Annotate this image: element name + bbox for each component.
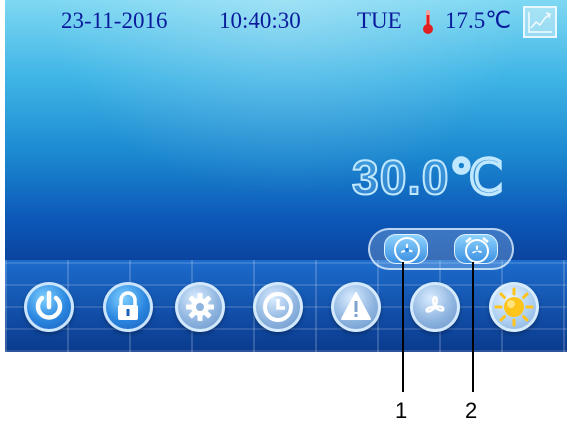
clock-icon bbox=[263, 292, 293, 322]
fan-icon bbox=[425, 296, 445, 313]
warning-icon bbox=[341, 292, 371, 320]
set-temperature-display: 30.0℃ bbox=[351, 151, 505, 206]
ambient-temperature: 17.5℃ bbox=[445, 8, 512, 33]
settings-button[interactable] bbox=[175, 282, 225, 332]
trend-chart-icon bbox=[525, 12, 555, 41]
lock-button[interactable] bbox=[103, 282, 153, 332]
time-display: 10:40:30 bbox=[219, 8, 301, 33]
power-icon bbox=[35, 290, 63, 320]
callout-label-1: 1 bbox=[395, 398, 408, 423]
power-button[interactable] bbox=[24, 282, 74, 332]
gear-icon bbox=[186, 293, 214, 321]
mode-indicator bbox=[368, 228, 514, 270]
alarm-button[interactable] bbox=[331, 282, 381, 332]
timer-button[interactable] bbox=[253, 282, 303, 332]
device-screen: 23-11-2016 10:40:30 TUE 17.5℃ 30.0℃ bbox=[5, 0, 567, 352]
callout-line-2 bbox=[472, 262, 474, 392]
trend-chart-button[interactable] bbox=[523, 6, 557, 38]
alarm-clock-fan-icon[interactable] bbox=[454, 234, 498, 264]
fan-icon[interactable] bbox=[384, 234, 428, 264]
date-display: 23-11-2016 bbox=[61, 8, 168, 33]
callout-line-1 bbox=[402, 262, 404, 392]
weekday-display: TUE bbox=[357, 8, 402, 33]
sun-icon bbox=[494, 287, 534, 327]
callout-label-2: 2 bbox=[465, 398, 478, 423]
fan-button[interactable] bbox=[410, 282, 460, 332]
status-bar: 23-11-2016 10:40:30 TUE 17.5℃ bbox=[5, 0, 567, 42]
lock-icon bbox=[118, 291, 138, 320]
thermometer-icon bbox=[421, 9, 435, 35]
sun-mode-button[interactable] bbox=[489, 282, 539, 332]
